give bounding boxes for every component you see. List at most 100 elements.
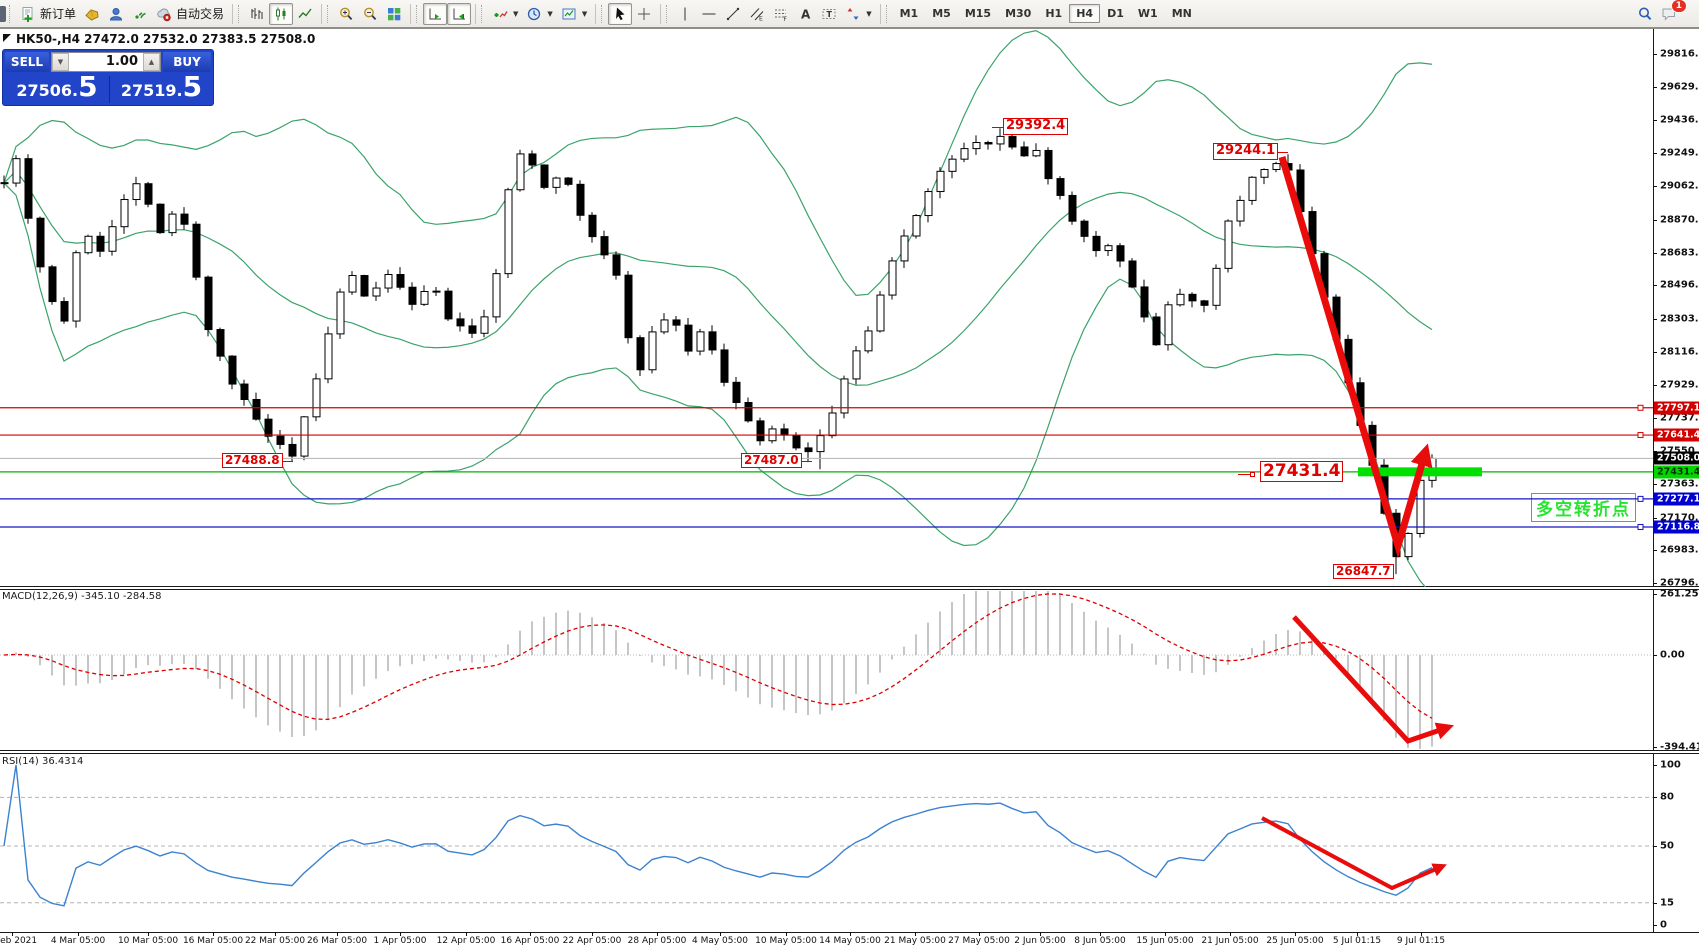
search-button[interactable] [1633, 3, 1657, 25]
toolbar-grip[interactable] [9, 5, 13, 23]
time-axis[interactable] [0, 933, 1653, 948]
text-button[interactable]: A [793, 3, 817, 25]
indicators-button[interactable]: ▼ [488, 3, 522, 25]
tile-windows-icon [386, 6, 402, 22]
toolbar-separator [880, 4, 881, 24]
signals-button[interactable] [128, 3, 152, 25]
bar-chart-icon [249, 6, 265, 22]
price-callout-label[interactable]: 29244.1 [1213, 143, 1278, 160]
autotrade-button[interactable]: 自动交易 [152, 2, 228, 25]
toolbar-grip[interactable] [416, 5, 420, 23]
dropdown-caret-icon: ▼ [513, 10, 518, 18]
timeframe-button-h1[interactable]: H1 [1038, 4, 1069, 23]
bar-chart-button[interactable] [245, 3, 269, 25]
timeframe-button-m5[interactable]: M5 [925, 4, 958, 23]
trend-arrow[interactable] [1282, 157, 1426, 546]
price-callout-label[interactable]: 27488.8 [222, 453, 283, 468]
callout-tick [992, 127, 1003, 128]
toolbar-separator [660, 4, 661, 24]
toolbar-button-label: 新订单 [40, 5, 76, 22]
candlestick-button[interactable] [269, 3, 293, 25]
channel-icon: E [749, 6, 765, 22]
toolbar-grip[interactable] [481, 5, 485, 23]
line-handle[interactable] [1638, 496, 1643, 501]
hline-button[interactable] [697, 3, 721, 25]
shapes-button[interactable]: ▼ [841, 3, 875, 25]
macd-histogram [4, 591, 1432, 749]
search-icon [1637, 6, 1653, 22]
community-button[interactable] [104, 3, 128, 25]
line-handle[interactable] [1638, 433, 1643, 438]
shapes-icon [845, 6, 861, 22]
auto-scroll-button[interactable] [423, 3, 447, 25]
chart-shift-icon [451, 6, 467, 22]
dropdown-caret-icon: ▼ [866, 10, 871, 18]
timeframe-button-m15[interactable]: M15 [958, 4, 998, 23]
rsi-trend-arrow[interactable] [1262, 818, 1443, 888]
toolbar-grip[interactable] [886, 5, 890, 23]
macd-panel[interactable] [0, 589, 1653, 750]
tile-windows-button[interactable] [382, 3, 406, 25]
svg-text:T: T [827, 10, 833, 19]
callout-handle[interactable] [1250, 472, 1255, 477]
chart-shift-button[interactable] [447, 3, 471, 25]
periods-icon [526, 6, 542, 22]
rsi-line [4, 765, 1432, 906]
label-button[interactable]: T [817, 3, 841, 25]
templates-button[interactable]: ▼ [557, 3, 591, 25]
fibonacci-button[interactable]: F [769, 3, 793, 25]
hline-icon [701, 6, 717, 22]
callout-tick [283, 461, 293, 462]
templates-icon [561, 6, 577, 22]
line-chart-icon [297, 6, 313, 22]
crosshair-icon [636, 6, 652, 22]
cursor-button[interactable] [608, 3, 632, 25]
mt5-window: 新订单自动交易▼▼▼EFAT▼M1M5M15M30H1H4D1W1MN1 HK5… [0, 0, 1699, 948]
periods-button[interactable]: ▼ [522, 3, 556, 25]
line-handle[interactable] [1638, 405, 1643, 410]
crosshair-button[interactable] [632, 3, 656, 25]
notifications-button[interactable]: 1 [1657, 3, 1681, 25]
svg-text:E: E [759, 15, 763, 22]
rsi-panel[interactable] [0, 753, 1653, 932]
gold-button[interactable] [80, 3, 104, 25]
price-callout-label[interactable]: 26847.7 [1333, 564, 1394, 579]
zoom-out-button[interactable] [358, 3, 382, 25]
price-axis[interactable] [1654, 29, 1699, 932]
zoom-out-icon [362, 6, 378, 22]
auto-scroll-icon [427, 6, 443, 22]
toolbar-separator [232, 4, 233, 24]
price-callout-label[interactable]: 29392.4 [1003, 118, 1068, 135]
toolbar-grip[interactable] [601, 5, 605, 23]
toolbar-grip[interactable] [238, 5, 242, 23]
callout-tick [802, 461, 812, 462]
svg-text:A: A [801, 7, 811, 21]
clipped-edge-icon [0, 6, 6, 22]
zoom-in-icon [338, 6, 354, 22]
community-icon [108, 6, 124, 22]
trendline-button[interactable] [721, 3, 745, 25]
line-chart-button[interactable] [293, 3, 317, 25]
toolbar-grip[interactable] [327, 5, 331, 23]
timeframe-button-d1[interactable]: D1 [1100, 4, 1131, 23]
timeframe-button-m30[interactable]: M30 [998, 4, 1038, 23]
price-callout-label[interactable]: 27487.0 [741, 453, 802, 468]
zoom-in-button[interactable] [334, 3, 358, 25]
channel-button[interactable]: E [745, 3, 769, 25]
callout-tick [1278, 152, 1288, 153]
timeframe-button-m1[interactable]: M1 [893, 4, 926, 23]
timeframe-button-h4[interactable]: H4 [1069, 4, 1100, 23]
toolbar: 新订单自动交易▼▼▼EFAT▼M1M5M15M30H1H4D1W1MN1 [0, 0, 1699, 29]
toolbar-button-label: 自动交易 [176, 5, 224, 22]
candlesticks [1, 128, 1436, 574]
timeframe-button-w1[interactable]: W1 [1131, 4, 1165, 23]
line-handle[interactable] [1638, 524, 1643, 529]
vline-icon [677, 6, 693, 22]
timeframe-button-mn[interactable]: MN [1165, 4, 1199, 23]
toolbar-grip[interactable] [666, 5, 670, 23]
price-callout-label[interactable]: 27431.4 [1260, 461, 1343, 482]
main-chart-plot[interactable] [0, 29, 1653, 587]
new-order-button[interactable]: 新订单 [16, 2, 80, 25]
signals-icon [132, 6, 148, 22]
vline-button[interactable] [673, 3, 697, 25]
